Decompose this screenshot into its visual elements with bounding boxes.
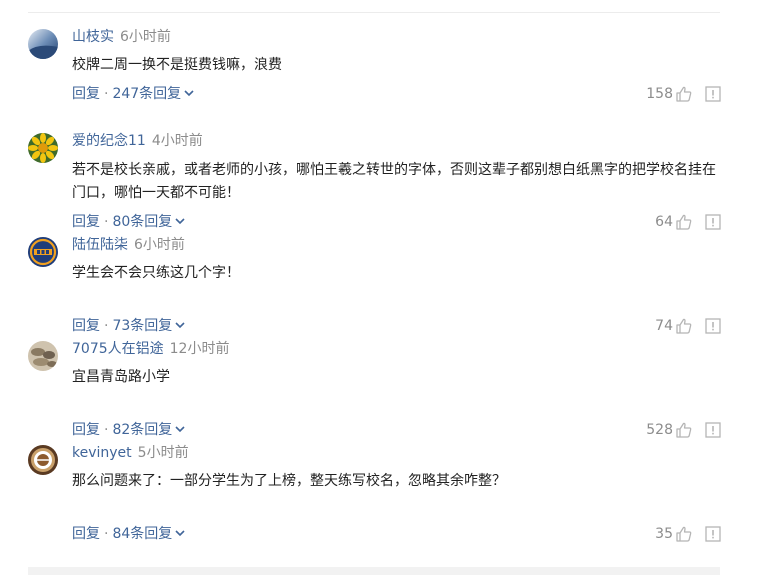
- reply-count-button[interactable]: 247条回复: [112, 86, 195, 102]
- username[interactable]: 7075人在铝途: [72, 341, 164, 357]
- sunflower-avatar-icon: [28, 133, 58, 163]
- timestamp: 5小时前: [137, 445, 189, 461]
- timestamp: 6小时前: [134, 237, 185, 253]
- comment-item: 爱的纪念11 4小时前 若不是校长亲戚，或者老师的小孩，哪怕王羲之转世的字体，否则…: [0, 124, 773, 230]
- user-line: kevinyet 5小时前: [72, 443, 189, 463]
- like-count: 35: [655, 526, 673, 542]
- report-icon[interactable]: [705, 526, 721, 542]
- reply-count-button[interactable]: 84条回复: [112, 526, 186, 542]
- comment-item: kevinyet 5小时前 那么问题来了：一部分学生为了上榜，整天练写校名，忽略其…: [0, 436, 773, 542]
- username[interactable]: kevinyet: [72, 445, 132, 461]
- username[interactable]: 爱的纪念11: [72, 133, 146, 149]
- report-icon[interactable]: [705, 86, 721, 102]
- timestamp: 4小时前: [151, 133, 203, 149]
- badge-avatar-icon: [28, 445, 58, 475]
- user-line: 爱的纪念11 4小时前: [72, 131, 203, 151]
- comment-text: 宜昌青岛路小学: [72, 369, 170, 385]
- logo-avatar-icon: [28, 237, 58, 267]
- chevron-down-icon: [175, 218, 185, 225]
- reply-count: 84条回复: [112, 526, 173, 542]
- separator-dot: ·: [104, 86, 109, 102]
- chevron-down-icon: [175, 322, 185, 329]
- reply-actions: 回复 · 247条回复: [72, 84, 195, 104]
- comment-item: 7075人在铝途 12小时前 宜昌青岛路小学 回复 · 82条回复 528: [0, 332, 773, 438]
- rocks-avatar-icon: [28, 341, 58, 371]
- bottom-divider: [28, 567, 720, 575]
- comment-item: 山枝实 6小时前 校牌二周一换不是挺费钱嘛，浪费 回复 · 247条回复 158: [0, 20, 773, 124]
- reply-button[interactable]: 回复: [72, 86, 100, 102]
- avatar[interactable]: [28, 29, 58, 59]
- comment-text: 若不是校长亲戚，或者老师的小孩，哪怕王羲之转世的字体，否则这辈子都别想白纸黑字的…: [72, 162, 716, 201]
- reply-button[interactable]: 回复: [72, 526, 100, 542]
- avatar[interactable]: [28, 341, 58, 371]
- right-actions: 158: [646, 84, 721, 104]
- chevron-down-icon: [184, 90, 194, 97]
- user-line: 陆伍陆柒 6小时前: [72, 235, 185, 255]
- timestamp: 12小时前: [169, 341, 230, 357]
- thumbs-up-icon[interactable]: [675, 525, 693, 543]
- comment-text: 那么问题来了：一部分学生为了上榜，整天练写校名，忽略其余咋整？: [72, 473, 506, 489]
- username[interactable]: 山枝实: [72, 29, 114, 45]
- sky-avatar-icon: [28, 29, 58, 59]
- top-divider: [28, 12, 720, 13]
- like-count: 158: [646, 86, 673, 102]
- separator-dot: ·: [104, 526, 109, 542]
- timestamp: 6小时前: [120, 29, 171, 45]
- comment-text: 学生会不会只练这几个字！: [72, 265, 240, 281]
- avatar[interactable]: [28, 237, 58, 267]
- reply-actions: 回复 · 84条回复: [72, 524, 186, 544]
- chevron-down-icon: [175, 426, 185, 433]
- username[interactable]: 陆伍陆柒: [72, 237, 128, 253]
- avatar[interactable]: [28, 445, 58, 475]
- user-line: 山枝实 6小时前: [72, 27, 171, 47]
- comment-item: 陆伍陆柒 6小时前 学生会不会只练这几个字！ 回复 · 73条回复 74: [0, 228, 773, 334]
- reply-count: 247条回复: [112, 86, 182, 102]
- thumbs-up-icon[interactable]: [675, 85, 693, 103]
- comment-text: 校牌二周一换不是挺费钱嘛，浪费: [72, 57, 282, 73]
- avatar[interactable]: [28, 133, 58, 163]
- user-line: 7075人在铝途 12小时前: [72, 339, 229, 359]
- chevron-down-icon: [175, 530, 185, 537]
- right-actions: 35: [655, 524, 721, 544]
